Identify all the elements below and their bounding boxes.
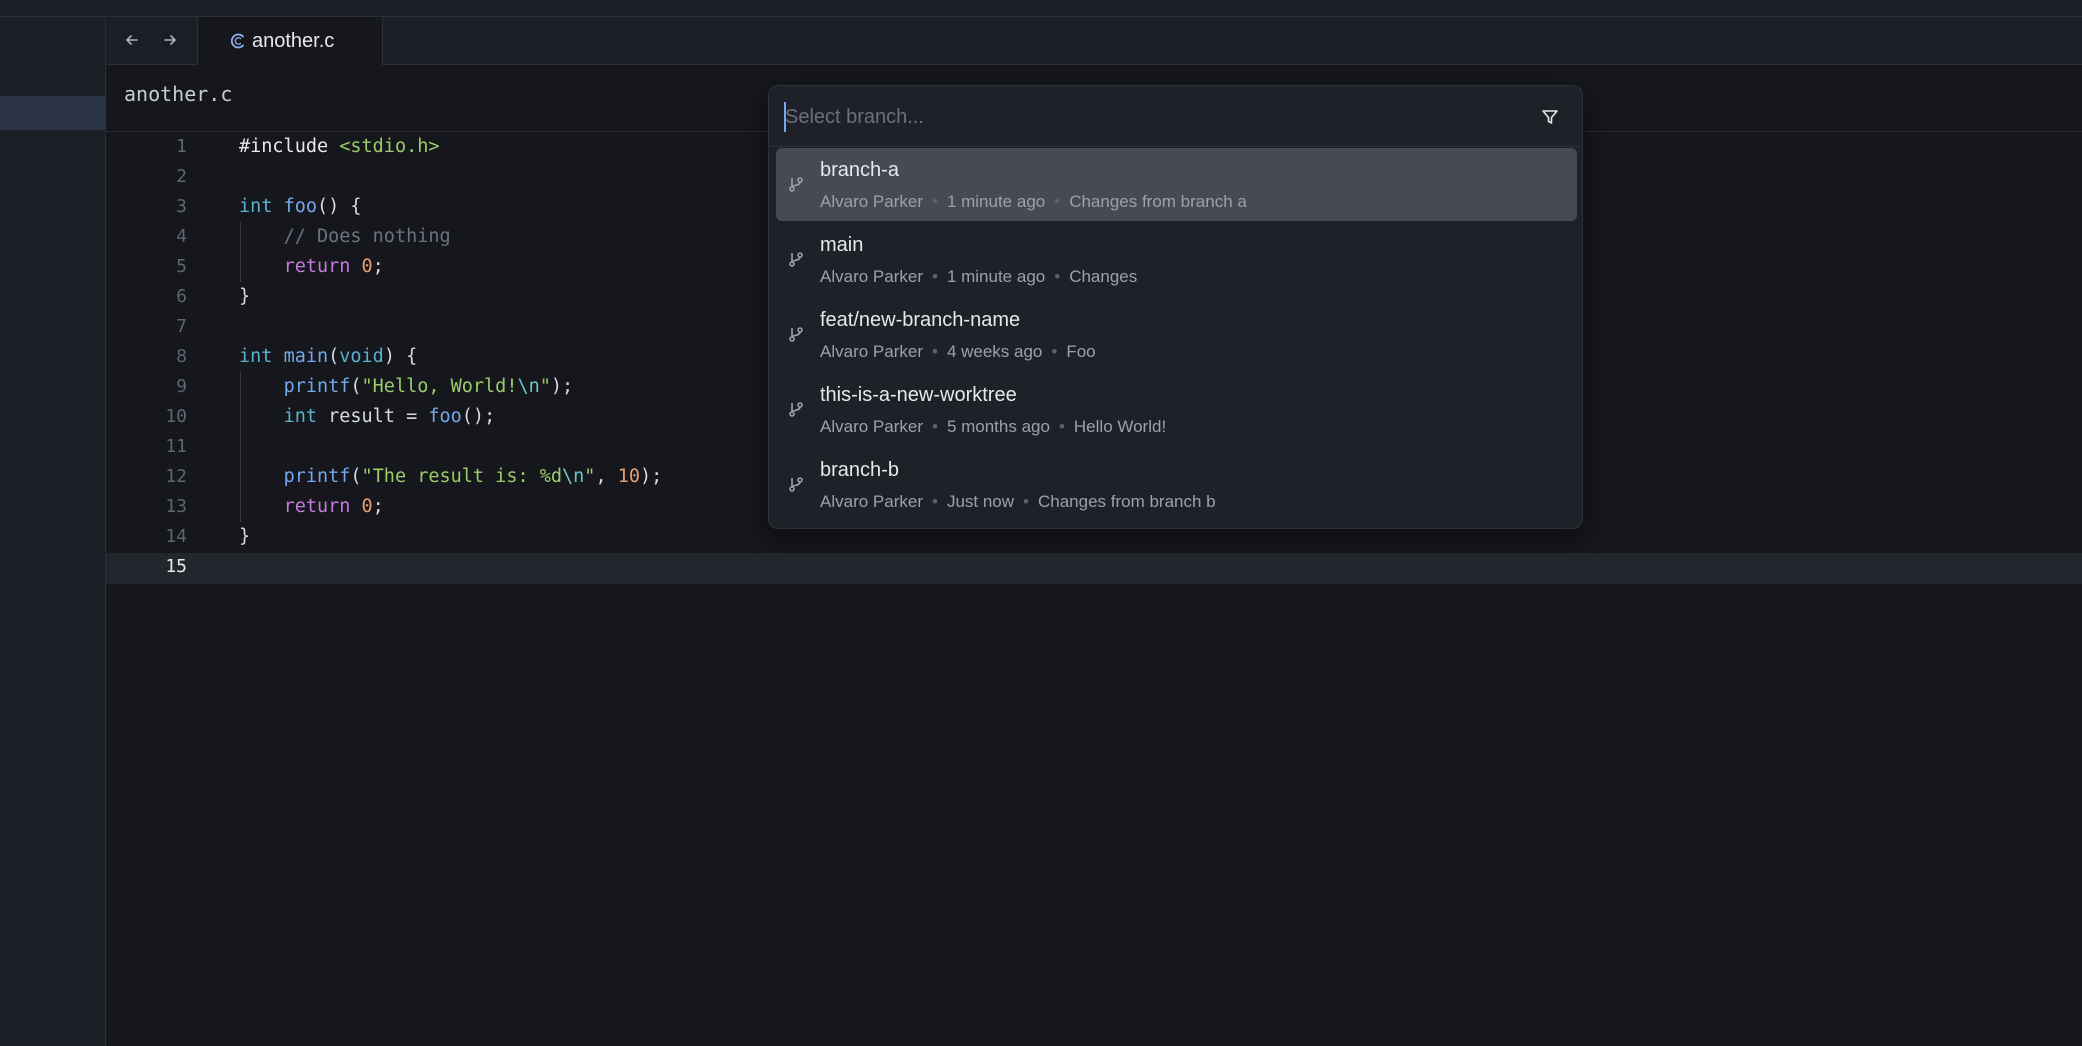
tab-bar: another.c (106, 17, 2082, 65)
code-line: // Does nothing (283, 226, 451, 247)
title-bar (0, 0, 2082, 17)
git-branch-icon (789, 402, 803, 417)
commit-time: 1 minute ago (946, 267, 1046, 286)
line-number-active: 15 (165, 556, 187, 577)
line-number: 4 (176, 226, 187, 247)
commit-message: Changes from branch b (1037, 492, 1216, 511)
branch-meta: Alvaro Parker • 5 months ago • Hello World! (820, 417, 1167, 436)
line-number: 13 (165, 496, 187, 517)
current-line-highlight (106, 553, 2082, 584)
forward-button[interactable] (157, 27, 183, 53)
branch-name: branch-a (820, 159, 899, 181)
line-number: 2 (176, 166, 187, 187)
branch-search-input[interactable] (785, 102, 1515, 132)
branch-meta: Alvaro Parker • Just now • Changes from bran… (820, 492, 1216, 511)
line-number: 5 (176, 256, 187, 277)
commit-message: Changes from branch a (1069, 192, 1247, 211)
commit-author: Alvaro Parker (820, 267, 923, 286)
commit-time: 1 minute ago (946, 192, 1046, 211)
git-branch-icon (789, 327, 803, 342)
commit-message: Foo (1066, 342, 1096, 361)
branch-list-item[interactable]: this-is-a-new-worktree Alvaro Parker • 5 m… (776, 373, 1577, 446)
breadcrumb[interactable]: another.c (124, 82, 232, 106)
line-number: 6 (176, 286, 187, 307)
commit-time: 4 weeks ago (946, 342, 1043, 361)
commit-message: Changes (1069, 267, 1138, 286)
line-number: 8 (176, 346, 187, 367)
code-line: printf("The result is: %d\n", 10); (283, 466, 663, 487)
line-number: 10 (165, 406, 187, 427)
branch-meta: Alvaro Parker • 1 minute ago • Changes from … (820, 192, 1247, 211)
commit-author: Alvaro Parker (820, 417, 923, 436)
branch-meta: Alvaro Parker • 4 weeks ago • Foo (820, 342, 1096, 361)
arrow-left-icon (126, 35, 138, 45)
sidebar (0, 17, 106, 1046)
line-number: 1 (176, 136, 187, 157)
git-branch-icon (789, 252, 803, 267)
code-line: } (239, 286, 251, 307)
code-line: printf("Hello, World!\n"); (283, 376, 574, 397)
branch-list-item[interactable]: feat/new-branch-name Alvaro Parker • 4 wee… (776, 298, 1577, 371)
branch-name: branch-b (820, 459, 899, 481)
branch-picker: branch-a Alvaro Parker•1 minute ago•Chan… (768, 85, 1583, 529)
branch-list-item[interactable]: branch-b Alvaro Parker • Just now • Changes … (776, 448, 1577, 521)
line-number: 7 (176, 316, 187, 337)
tab-another-c[interactable]: another.c (197, 17, 383, 65)
commit-author: Alvaro Parker (820, 492, 923, 511)
sidebar-selected-item[interactable] (0, 96, 105, 130)
code-line: int foo() { (239, 196, 362, 217)
git-branch-icon (789, 177, 803, 192)
back-button[interactable] (119, 27, 145, 53)
branch-list-item[interactable]: branch-a Alvaro Parker • 1 minute ago • Chan… (776, 148, 1577, 221)
commit-message: Hello World! (1073, 417, 1167, 436)
text-caret (784, 102, 786, 132)
line-number: 3 (176, 196, 187, 217)
tab-label: another.c (252, 29, 335, 52)
line-number: 11 (165, 436, 187, 457)
commit-time: Just now (946, 492, 1015, 511)
line-number: 12 (165, 466, 187, 487)
commit-author: Alvaro Parker (820, 192, 923, 211)
commit-author: Alvaro Parker (820, 342, 923, 361)
branch-search-bar (769, 86, 1582, 147)
commit-time: 5 months ago (946, 417, 1050, 436)
code-line: int result = foo(); (283, 406, 496, 427)
branch-name: feat/new-branch-name (820, 309, 1021, 331)
line-number: 9 (176, 376, 187, 397)
filter-icon (1542, 110, 1558, 124)
arrow-right-icon (164, 35, 176, 45)
code-line: #include <stdio.h> (239, 136, 440, 157)
branch-meta: Alvaro Parker • 1 minute ago • Changes (820, 267, 1138, 286)
c-language-icon (230, 33, 244, 49)
git-branch-icon (789, 477, 803, 492)
branch-name: this-is-a-new-worktree (820, 384, 1017, 406)
code-line: return 0; (283, 256, 384, 277)
code-line: int main(void) { (239, 346, 418, 367)
line-number: 14 (165, 526, 187, 547)
branch-name: main (820, 234, 864, 256)
filter-button[interactable] (1536, 103, 1564, 131)
code-line: } (239, 526, 251, 547)
code-line: return 0; (283, 496, 384, 517)
branch-list-item[interactable]: main Alvaro Parker • 1 minute ago • Changes (776, 223, 1577, 296)
